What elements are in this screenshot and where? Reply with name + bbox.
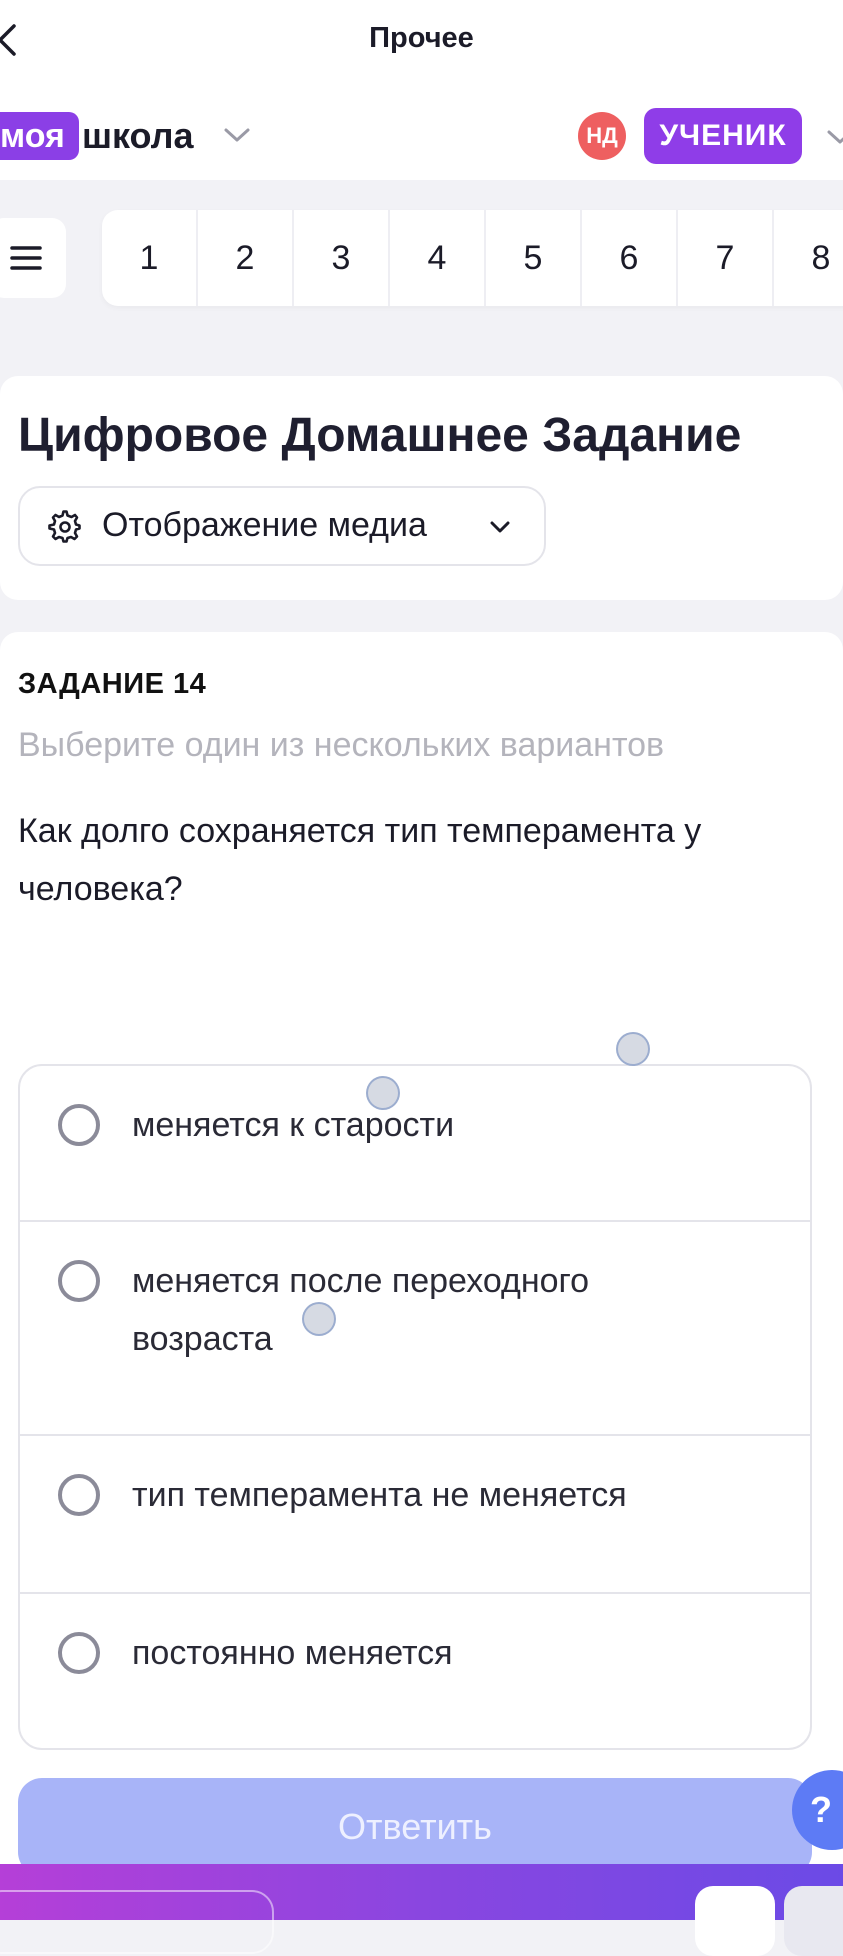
chevron-down-icon bbox=[490, 521, 510, 533]
answer-options: меняется к старости меняется после перех… bbox=[18, 1064, 812, 1750]
page-title: Прочее bbox=[369, 22, 474, 54]
task-number-3[interactable]: 3 bbox=[294, 210, 390, 306]
touch-indicator bbox=[302, 1302, 336, 1336]
main-title: Цифровое Домашнее Задание bbox=[18, 409, 742, 462]
answer-option[interactable]: тип темперамента не меняется bbox=[20, 1436, 810, 1594]
menu-button[interactable] bbox=[0, 218, 66, 298]
logo-text[interactable]: школа bbox=[82, 112, 194, 160]
bottom-menu-button[interactable] bbox=[0, 1890, 274, 1954]
submit-answer-button[interactable]: Ответить bbox=[18, 1778, 812, 1876]
touch-indicator bbox=[616, 1032, 650, 1066]
task-number-1[interactable]: 1 bbox=[102, 210, 198, 306]
radio-button[interactable] bbox=[58, 1260, 100, 1302]
prev-task-button[interactable] bbox=[695, 1886, 775, 1956]
option-label: меняется к старости bbox=[132, 1106, 455, 1144]
gear-icon bbox=[48, 510, 81, 543]
task-number-5[interactable]: 5 bbox=[486, 210, 582, 306]
role-button[interactable]: УЧЕНИК bbox=[644, 108, 802, 164]
task-number-4[interactable]: 4 bbox=[390, 210, 486, 306]
task-hint: Выберите один из нескольких вариантов bbox=[18, 726, 665, 764]
option-label: меняется после переходного возраста bbox=[132, 1262, 590, 1358]
task-number-6[interactable]: 6 bbox=[582, 210, 678, 306]
radio-button[interactable] bbox=[58, 1632, 100, 1674]
option-label: тип темперамента не меняется bbox=[132, 1476, 627, 1514]
answer-option[interactable]: постоянно меняется bbox=[20, 1594, 810, 1748]
media-display-label: Отображение медиа bbox=[102, 506, 427, 544]
question-text: Как долго сохраняется тип темперамента у… bbox=[18, 812, 702, 908]
chevron-down-icon[interactable] bbox=[222, 124, 252, 146]
chevron-down-icon[interactable] bbox=[825, 126, 843, 148]
touch-indicator bbox=[366, 1076, 400, 1110]
next-task-button[interactable] bbox=[784, 1886, 843, 1956]
media-display-button[interactable]: Отображение медиа bbox=[18, 486, 546, 566]
radio-button[interactable] bbox=[58, 1474, 100, 1516]
task-number-2[interactable]: 2 bbox=[198, 210, 294, 306]
radio-button[interactable] bbox=[58, 1104, 100, 1146]
hamburger-icon bbox=[10, 246, 42, 270]
answer-option[interactable]: меняется к старости bbox=[20, 1066, 810, 1222]
task-label: ЗАДАНИЕ 14 bbox=[18, 668, 207, 700]
task-number-8[interactable]: 8 bbox=[774, 210, 843, 306]
logo-badge[interactable]: моя bbox=[0, 112, 79, 160]
option-label: постоянно меняется bbox=[132, 1634, 453, 1672]
task-number-7[interactable]: 7 bbox=[678, 210, 774, 306]
answer-option[interactable]: меняется после переходного возраста bbox=[20, 1222, 810, 1436]
task-number-bar: 1 2 3 4 5 6 7 8 bbox=[102, 210, 843, 306]
avatar[interactable]: НД bbox=[578, 112, 626, 160]
